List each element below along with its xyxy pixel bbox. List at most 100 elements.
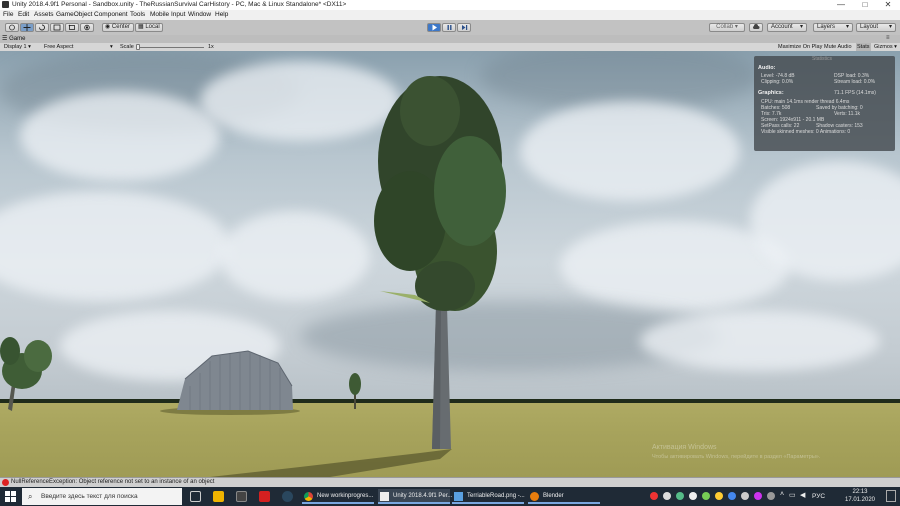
menu-bar: File Edit Assets GameObject Component To… [0,10,900,20]
store-icon[interactable] [236,491,247,502]
stats-toggle[interactable]: Stats [856,43,871,51]
cloud-button[interactable] [749,23,763,32]
maximize-on-play-toggle[interactable]: Maximize On Play [777,43,823,51]
menu-file[interactable]: File [3,11,13,18]
network-icon[interactable]: ▭ [789,491,796,499]
game-tab-strip [0,35,900,43]
unity-logo-icon [2,1,9,8]
taskbar-search-box[interactable]: ⌕ Введите здесь текст для поиска [22,488,182,505]
chrome-icon [304,492,313,501]
hand-tool-button[interactable] [5,23,19,32]
taskbar-app-image-viewer[interactable]: TerriableRoad.png -... [452,489,525,504]
rotate-tool-button[interactable] [35,23,49,32]
taskbar-clock[interactable]: 22:13 17.01.2020 [838,488,882,504]
gizmos-dropdown[interactable]: Gizmos ▾ [874,43,897,51]
app-label: TerriableRoad.png -... [467,493,525,499]
tray-app-icon[interactable] [754,492,762,500]
menu-edit[interactable]: Edit [18,11,29,18]
app-label: Blender [543,493,564,499]
tray-chevron-icon[interactable]: ˄ [780,491,784,498]
left-tree [0,337,52,411]
menu-window[interactable]: Window [188,11,211,18]
small-tree [349,373,361,409]
tray-app-icon[interactable] [702,492,710,500]
pause-button[interactable] [442,23,456,32]
stats-fps: 71.1 FPS (14.1ms) [834,90,876,96]
space-local-toggle[interactable]: ▦ Local [135,23,163,32]
tray-app-icon[interactable] [663,492,671,500]
tray-app-icon[interactable] [689,492,697,500]
maximize-button[interactable]: □ [854,0,876,10]
statistics-panel: Statistics Audio: Level: -74.8 dB DSP lo… [754,56,895,151]
minimize-button[interactable]: — [830,0,852,10]
layout-dropdown[interactable]: Layout ▾ [856,23,896,32]
error-icon [2,479,9,486]
local-icon: ▦ [138,24,144,30]
scale-label: Scale [120,44,134,50]
stats-verts: Verts: 11.1k [834,111,861,117]
clock-time: 22:13 [852,489,868,495]
mute-audio-toggle[interactable]: Mute Audio [824,43,852,51]
start-button[interactable] [5,491,16,504]
barn [177,350,293,410]
unity-icon [380,492,389,501]
tray-app-icon[interactable] [728,492,736,500]
volume-icon[interactable]: ◀ [800,491,805,499]
rect-tool-button[interactable] [65,23,79,32]
scale-tool-button[interactable] [50,23,64,32]
taskbar-app-unity[interactable]: Unity 2018.4.9f1 Per... [378,489,453,504]
big-tree [374,76,506,449]
tab-game[interactable]: ☰ Game [2,35,62,43]
menu-gameobject[interactable]: GameObject [56,11,93,18]
game-view-viewport[interactable]: Statistics Audio: Level: -74.8 dB DSP lo… [0,51,900,477]
scale-slider-track[interactable] [136,47,204,48]
menu-assets[interactable]: Assets [34,11,54,18]
aspect-dropdown[interactable]: Free Aspect ▾ [44,43,114,51]
tray-app-icon[interactable] [715,492,723,500]
window-title: Unity 2018.4.9f1 Personal - Sandbox.unit… [12,1,347,8]
pivot-center-toggle[interactable]: ◉ Center [102,23,134,32]
play-button[interactable] [427,23,441,32]
collab-dropdown[interactable]: Collab ▾ [709,23,745,32]
status-message: NullReferenceException: Object reference… [11,479,215,485]
stats-stream-load: Stream load: 0.0% [834,79,876,85]
display-dropdown[interactable]: Display 1 ▾ [4,43,38,51]
tray-app-icon[interactable] [741,492,749,500]
tray-app-icon[interactable] [650,492,658,500]
tray-app-icon[interactable] [676,492,684,500]
stats-clipping: Clipping: 0.0% [761,79,794,85]
scale-slider-thumb[interactable] [136,44,140,50]
app-label: Unity 2018.4.9f1 Per... [393,493,453,499]
menu-tools[interactable]: Tools [130,11,145,18]
layers-dropdown[interactable]: Layers ▾ [813,23,853,32]
game-tab-icon: ☰ [2,36,8,42]
windows-activation-message: Чтобы активировать Windows, перейдите в … [652,454,821,460]
rect-transform-icon [68,24,75,30]
steam-icon[interactable] [282,491,293,502]
tree-shadow [210,449,452,477]
yandex-browser-icon[interactable] [259,491,270,502]
input-language[interactable]: РУС [812,489,825,504]
transform-icon [84,24,90,31]
file-explorer-icon[interactable] [213,491,224,502]
display-chevron-icon: ▾ [28,44,31,50]
task-view-icon[interactable] [190,491,201,502]
transform-tool-button[interactable] [80,23,94,32]
pause-icon [447,25,451,30]
rotate-icon [39,24,45,31]
move-tool-button[interactable] [20,23,34,32]
close-button[interactable]: ✕ [877,0,899,10]
tab-menu-icon[interactable]: ≡ [886,35,890,41]
search-placeholder: Введите здесь текст для поиска [41,493,138,500]
taskbar-app-blender[interactable]: Blender [528,489,600,504]
taskbar-app-chrome[interactable]: New workinprogres... [302,489,374,504]
tray-app-icon[interactable] [767,492,775,500]
space-label: Local [145,24,160,30]
notifications-icon[interactable] [886,490,896,502]
menu-mobile-input[interactable]: Mobile Input [150,11,185,18]
step-button[interactable] [457,23,471,32]
menu-component[interactable]: Component [94,11,128,18]
account-dropdown[interactable]: Account ▾ [767,23,807,32]
menu-help[interactable]: Help [215,11,228,18]
game-tab-label: Game [9,36,26,42]
